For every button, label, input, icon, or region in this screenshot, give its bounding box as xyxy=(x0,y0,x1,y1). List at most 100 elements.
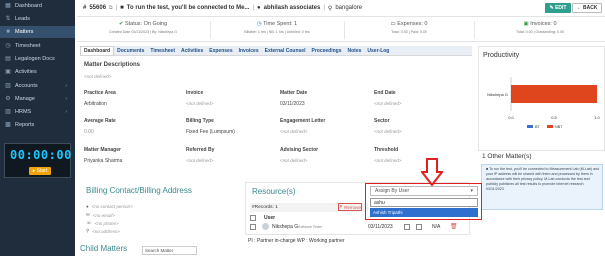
time-spent-cell: ◷ Time Spent: 1 Billable: 1 hrs | NB: 1 … xyxy=(244,21,310,34)
field-label: Invoice xyxy=(186,90,204,96)
location-icon: ⚲ xyxy=(86,228,90,233)
other-matters-note[interactable]: ■ To run the test, you'll be connected t… xyxy=(481,164,603,210)
sidebar-item-manage[interactable]: ⚙ Manage › xyxy=(0,93,75,105)
client-name[interactable]: abhilash associates xyxy=(264,5,321,11)
field-label: Matter Date xyxy=(280,90,308,96)
field-value: <not defined> xyxy=(374,158,402,163)
expenses-cell: ▭ Expenses: 0 Total: 0.00 | Paid: 0.00 xyxy=(390,21,428,34)
tab-timesheet[interactable]: Timesheet xyxy=(147,46,178,55)
chart-legend-label: BT xyxy=(535,125,541,129)
field-value: 0.00 xyxy=(84,129,94,135)
chart-tick-label: 0.5 xyxy=(551,115,557,120)
tab-user-log[interactable]: User-Log xyxy=(364,46,392,55)
avatar xyxy=(262,223,269,230)
select-all-checkbox[interactable] xyxy=(250,215,256,221)
matter-title: To run the test, you'll be connected to … xyxy=(126,5,250,11)
timer-start-button[interactable]: ▸ Start xyxy=(29,167,51,175)
calendar-icon: ▣ xyxy=(5,69,11,75)
billing-title: Billing Contact/Billing Address xyxy=(86,186,192,195)
field-label: Billing Type xyxy=(186,118,214,124)
chart-legend-swatch xyxy=(527,125,533,128)
docs-icon: ▤ xyxy=(5,56,11,62)
sidebar-item-reports[interactable]: ▩ Reports xyxy=(0,119,75,131)
sidebar-item-dashboard[interactable]: ▦ Dashboard xyxy=(0,0,75,12)
matter-descriptions-title: Matter Descriptions xyxy=(84,62,141,68)
tab-invoices[interactable]: Invoices xyxy=(236,46,262,55)
child-matter-select[interactable]: Search Matter xyxy=(142,246,197,255)
briefcase-icon: ■ xyxy=(120,5,124,11)
invoices-cell: ▣ Invoices: 0 Total: 0.00 | Outstanding:… xyxy=(516,21,564,34)
wp-checkbox[interactable] xyxy=(416,224,422,230)
field-value: <not defined> xyxy=(374,129,402,134)
other-matters-title: 1 Other Matter(s) xyxy=(482,153,532,160)
field-value: Priyanka Sharma xyxy=(84,158,123,164)
tab-bar: Dashboard Documents Timesheet Activities… xyxy=(80,46,472,56)
field-value: <not defined> xyxy=(280,158,308,163)
resources-title: Resource(s) xyxy=(252,187,296,196)
tab-dashboard[interactable]: Dashboard xyxy=(80,46,115,55)
dashboard-icon: ▦ xyxy=(5,3,11,9)
tab-notes[interactable]: Notes xyxy=(345,46,365,55)
user-icon: ● xyxy=(86,204,89,209)
copy-icon[interactable]: ⧉ xyxy=(109,5,113,11)
reports-icon: ▩ xyxy=(5,122,11,128)
user-icon: ● xyxy=(257,5,261,11)
accounts-icon: ▥ xyxy=(5,83,11,89)
field-label: Referred By xyxy=(186,147,215,153)
field-label: Matter Manager xyxy=(84,147,121,153)
status-strip: ✔ Status: On Going Created Date 03/11/20… xyxy=(77,18,605,42)
timer-widget: 00:00:00 ▸ Start xyxy=(4,143,71,178)
pi-checkbox[interactable] xyxy=(404,224,410,230)
billing-phone-row: ☏ <no phone> xyxy=(86,220,119,226)
resource-user-role: Software Tester xyxy=(298,225,323,229)
money-icon: ▭ xyxy=(390,21,396,27)
chevron-right-icon: › xyxy=(65,83,67,89)
field-value: <not defined> xyxy=(186,158,214,163)
matter-id: 55606 xyxy=(89,5,107,11)
field-value: Fixed Fee (Lumpsum) xyxy=(186,129,235,135)
back-button[interactable]: ← BACK xyxy=(572,3,602,13)
sidebar-item-timesheet[interactable]: ◷ Timesheet xyxy=(0,40,75,52)
sidebar-item-matters[interactable]: ■ Matters xyxy=(0,26,75,38)
other-matters-panel: 1 Other Matter(s) ■ To run the test, you… xyxy=(478,152,605,222)
location-icon: ⚲ xyxy=(327,5,333,12)
leads-icon: ⇅ xyxy=(5,16,11,22)
annotation-arrow-icon xyxy=(421,158,443,186)
chart-category-label: Nikshepa G xyxy=(487,92,508,97)
field-value: Arbitration xyxy=(84,101,107,107)
play-icon: ▸ xyxy=(32,168,36,174)
field-label: Engagement Letter xyxy=(280,118,326,124)
annotation-highlight-box xyxy=(365,183,482,220)
billing-email-row: ✉ <no email> xyxy=(86,212,116,218)
manage-icon: ⚙ xyxy=(5,96,11,102)
chart-tick-label: 1.0 xyxy=(594,115,600,120)
close-icon: ✕ xyxy=(339,204,343,209)
delete-icon[interactable]: 🗑 xyxy=(450,223,458,230)
sidebar-item-leads[interactable]: ⇅ Leads xyxy=(0,13,75,25)
field-value: <not defined> xyxy=(186,101,214,106)
tab-activities[interactable]: Activities xyxy=(178,46,206,55)
matter-id-prefix: # xyxy=(83,5,87,11)
chart-tick-label: 0.0 xyxy=(508,115,514,120)
billing-panel: Billing Contact/Billing Address ● <no con… xyxy=(80,182,240,237)
tab-proceedings[interactable]: Proceedings xyxy=(308,46,344,55)
tab-external-counsel[interactable]: External Counsel xyxy=(262,46,309,55)
row-checkbox[interactable] xyxy=(250,224,256,230)
resource-user-name: Nikshepa G xyxy=(272,224,299,230)
remove-button[interactable]: ✕ Remove xyxy=(338,203,362,211)
tab-documents[interactable]: Documents xyxy=(114,46,147,55)
location: bangalore xyxy=(335,5,363,11)
child-matters-title: Child Matters xyxy=(80,244,128,253)
clock-icon: ◷ xyxy=(5,43,11,49)
sidebar-item-hrms[interactable]: ▧ HRMS › xyxy=(0,106,75,118)
matters-icon: ■ xyxy=(6,29,10,35)
resource-date: 03/11/2023 xyxy=(368,224,393,230)
edit-button[interactable]: ✎ EDIT xyxy=(545,3,571,13)
field-value: <not defined> xyxy=(280,129,308,134)
phone-icon: ☏ xyxy=(86,220,92,225)
tab-expenses[interactable]: Expenses xyxy=(206,46,235,55)
sidebar-item-accounts[interactable]: ▥ Accounts › xyxy=(0,80,75,92)
billing-address-row: ⚲ <no address> xyxy=(86,228,120,234)
sidebar-item-legalogen-docs[interactable]: ▤ Legalogen Docs xyxy=(0,53,75,65)
sidebar-item-activities[interactable]: ▣ Activities xyxy=(0,66,75,78)
